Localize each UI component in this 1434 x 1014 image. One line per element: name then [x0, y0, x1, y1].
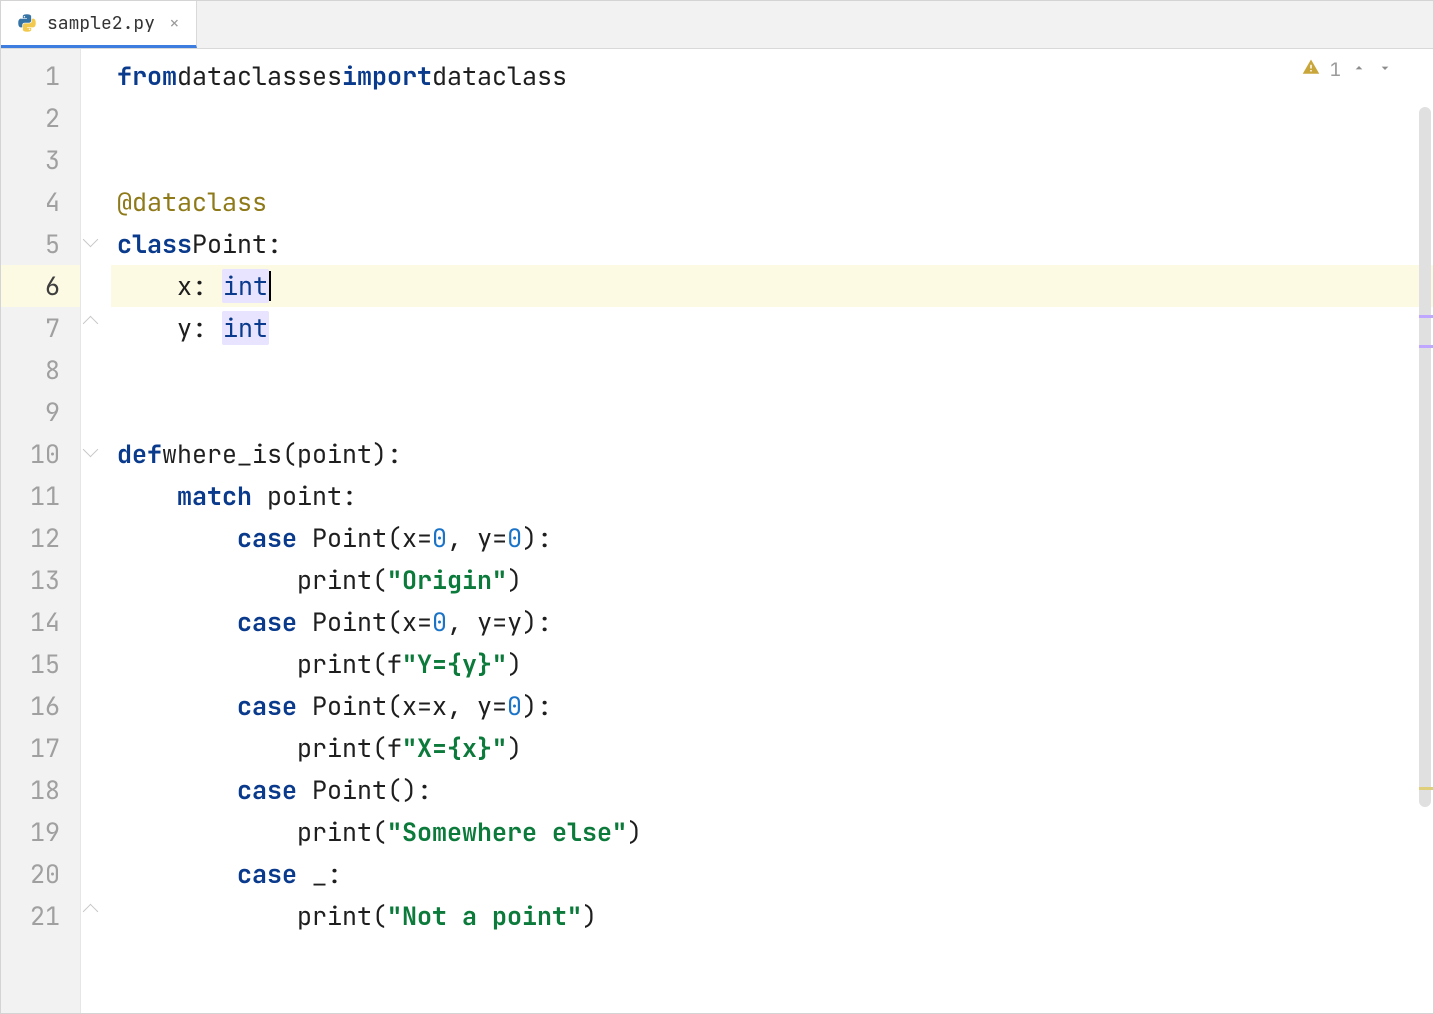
line-number[interactable]: 8 — [1, 349, 80, 391]
line-number[interactable]: 11 — [1, 475, 80, 517]
close-tab-icon[interactable]: × — [165, 12, 180, 35]
error-stripe-marker[interactable] — [1419, 315, 1433, 318]
code-line[interactable]: print("Not a point") — [111, 895, 1433, 937]
line-number[interactable]: 20 — [1, 853, 80, 895]
code-line[interactable]: class Point: — [111, 223, 1433, 265]
fold-toggle-icon[interactable] — [85, 444, 99, 458]
line-number[interactable]: 1 — [1, 55, 80, 97]
line-number[interactable]: 17 — [1, 727, 80, 769]
line-number[interactable]: 3 — [1, 139, 80, 181]
code-line[interactable]: y: int — [111, 307, 1433, 349]
line-number[interactable]: 4 — [1, 181, 80, 223]
chevron-up-icon[interactable] — [1351, 57, 1367, 82]
code-line[interactable]: match point: — [111, 475, 1433, 517]
line-number[interactable]: 7 — [1, 307, 80, 349]
line-number[interactable]: 6 — [1, 265, 80, 307]
code-line[interactable] — [111, 97, 1433, 139]
fold-toggle-icon[interactable] — [85, 234, 99, 248]
code-line[interactable]: case Point(x=x, y=0): — [111, 685, 1433, 727]
line-number[interactable]: 16 — [1, 685, 80, 727]
code-line[interactable]: case Point(): — [111, 769, 1433, 811]
fold-end-icon — [85, 318, 99, 332]
code-line[interactable] — [111, 391, 1433, 433]
inspections-widget[interactable]: 1 — [1302, 57, 1393, 82]
python-file-icon — [17, 13, 37, 33]
code-line[interactable]: x: int — [111, 265, 1433, 307]
text-caret — [269, 271, 271, 301]
code-area[interactable]: from dataclasses import dataclass @datac… — [111, 49, 1433, 1013]
line-number[interactable]: 9 — [1, 391, 80, 433]
line-number-gutter: 1 2 3 4 5 6 7 8 9 10 11 12 13 14 15 16 1… — [1, 49, 81, 1013]
scrollbar-thumb[interactable] — [1419, 107, 1431, 807]
code-line[interactable] — [111, 349, 1433, 391]
line-number[interactable]: 15 — [1, 643, 80, 685]
ide-editor-window: sample2.py × 1 2 3 4 5 6 7 8 9 10 11 12 … — [0, 0, 1434, 1014]
fold-gutter — [81, 49, 111, 1013]
code-line[interactable]: def where_is(point): — [111, 433, 1433, 475]
line-number[interactable]: 5 — [1, 223, 80, 265]
code-line[interactable]: @dataclass — [111, 181, 1433, 223]
code-line[interactable]: case _: — [111, 853, 1433, 895]
code-line[interactable] — [111, 139, 1433, 181]
line-number[interactable]: 13 — [1, 559, 80, 601]
fold-end-icon — [85, 906, 99, 920]
code-line[interactable]: from dataclasses import dataclass — [111, 55, 1433, 97]
code-line[interactable]: print("Origin") — [111, 559, 1433, 601]
code-line[interactable]: case Point(x=0, y=0): — [111, 517, 1433, 559]
warning-count: 1 — [1330, 57, 1341, 82]
chevron-down-icon[interactable] — [1377, 57, 1393, 82]
file-tab[interactable]: sample2.py × — [1, 1, 197, 48]
editor-tabbar: sample2.py × — [1, 1, 1433, 49]
editor-scrollbar[interactable] — [1417, 97, 1433, 1013]
code-line[interactable]: print(f"X={x}") — [111, 727, 1433, 769]
line-number[interactable]: 10 — [1, 433, 80, 475]
code-line[interactable]: case Point(x=0, y=y): — [111, 601, 1433, 643]
line-number[interactable]: 14 — [1, 601, 80, 643]
code-line[interactable]: print("Somewhere else") — [111, 811, 1433, 853]
line-number[interactable]: 21 — [1, 895, 80, 937]
line-number[interactable]: 2 — [1, 97, 80, 139]
line-number[interactable]: 12 — [1, 517, 80, 559]
line-number[interactable]: 19 — [1, 811, 80, 853]
code-line[interactable]: print(f"Y={y}") — [111, 643, 1433, 685]
line-number[interactable]: 18 — [1, 769, 80, 811]
file-tab-label: sample2.py — [47, 12, 155, 35]
code-editor[interactable]: 1 2 3 4 5 6 7 8 9 10 11 12 13 14 15 16 1… — [1, 49, 1433, 1013]
warning-icon — [1302, 57, 1320, 82]
error-stripe-marker[interactable] — [1419, 787, 1433, 790]
error-stripe-marker[interactable] — [1419, 345, 1433, 348]
